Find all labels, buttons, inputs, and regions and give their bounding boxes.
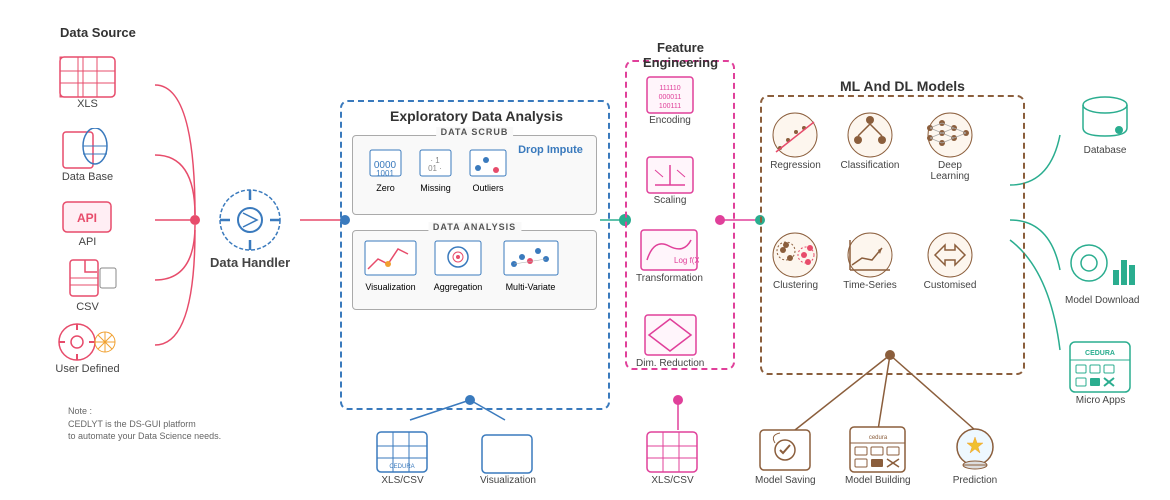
svg-text:01 ·: 01 · [428, 164, 442, 173]
encoding-item: 111110 000011 100111 Encoding [645, 75, 695, 126]
diagram-container: Data Source XLS Data Base API API [0, 0, 1170, 500]
svg-text:1001: 1001 [376, 169, 394, 178]
transformation-item: Log f(X) Transformation [636, 228, 703, 284]
ml-dl-title: ML And DL Models [840, 78, 965, 94]
zero-item: 0000 1001 Zero [363, 148, 408, 193]
data-analysis-label: DATA ANALYSIS [428, 222, 521, 232]
missing-item: · 1 01 · Missing [413, 148, 458, 193]
csv-src-icon-box: CSV [55, 258, 120, 313]
time-series-item: Time-Series [840, 230, 900, 291]
note-line3: to automate your Data Science needs. [68, 430, 221, 443]
api-icon-box: API API [55, 198, 120, 248]
svg-text:Log f(X): Log f(X) [674, 256, 699, 265]
svg-text:100111: 100111 [659, 103, 681, 110]
data-source-title: Data Source [60, 25, 136, 40]
xls-icon-box: XLS [55, 55, 120, 110]
classification-item: Classification [840, 110, 900, 171]
svg-text:CEDURA: CEDURA [1085, 350, 1115, 357]
svg-text:000011: 000011 [659, 94, 682, 101]
svg-text:cedura: cedura [869, 435, 888, 441]
data-scrub-box: DATA SCRUB 0000 1001 Zero · 1 01 · Missi… [352, 135, 597, 215]
data-handler-box: Data Handler [210, 185, 290, 270]
deep-learning-item: Deep Learning [920, 110, 980, 182]
data-analysis-box: DATA ANALYSIS Visualization Aggregation [352, 230, 597, 310]
xls-csv-eda-box: CEDURA XLS/CSV [375, 430, 430, 486]
model-building-box: cedura Model Building [845, 425, 911, 486]
eda-title: Exploratory Data Analysis [390, 108, 563, 124]
svg-text:CEDURA: CEDURA [389, 464, 414, 470]
visualization-item: Visualization [358, 239, 423, 292]
model-saving-box: Model Saving [755, 425, 816, 486]
note-line2: CEDLYT is the DS-GUI platform [68, 418, 221, 431]
multivariate-item: Multi-Variate [498, 239, 563, 292]
fe-title: Feature Engineering [628, 40, 733, 70]
model-download-box: Model Download [1065, 235, 1140, 306]
note-line1: Note : [68, 405, 221, 418]
svg-text:API: API [77, 211, 97, 225]
database-output-box: Database [1075, 90, 1135, 156]
xls-csv-fe-box: XLS/CSV [645, 430, 700, 486]
aggregation-item: Aggregation [428, 239, 488, 292]
note-box: Note : CEDLYT is the DS-GUI platform to … [68, 405, 221, 443]
scaling-item: Scaling [645, 155, 695, 206]
customised-item: Customised [920, 230, 980, 291]
micro-apps-box: CEDURA Micro Apps [1068, 340, 1133, 406]
visualization-eda-box: Visualization [480, 430, 536, 486]
outliers-item: Outliers [463, 148, 513, 193]
svg-text:111110: 111110 [659, 85, 680, 92]
user-defined-icon-box: User Defined [55, 320, 120, 375]
drop-impute-item: Drop Impute [518, 144, 583, 157]
regression-item: Regression [768, 110, 823, 171]
clustering-item: Clustering [768, 230, 823, 291]
prediction-box: Prediction [945, 425, 1005, 486]
data-scrub-label: DATA SCRUB [436, 127, 514, 137]
dim-reduction-item: Dim. Reduction [636, 313, 704, 369]
database-src-icon-box: Data Base [55, 128, 120, 183]
